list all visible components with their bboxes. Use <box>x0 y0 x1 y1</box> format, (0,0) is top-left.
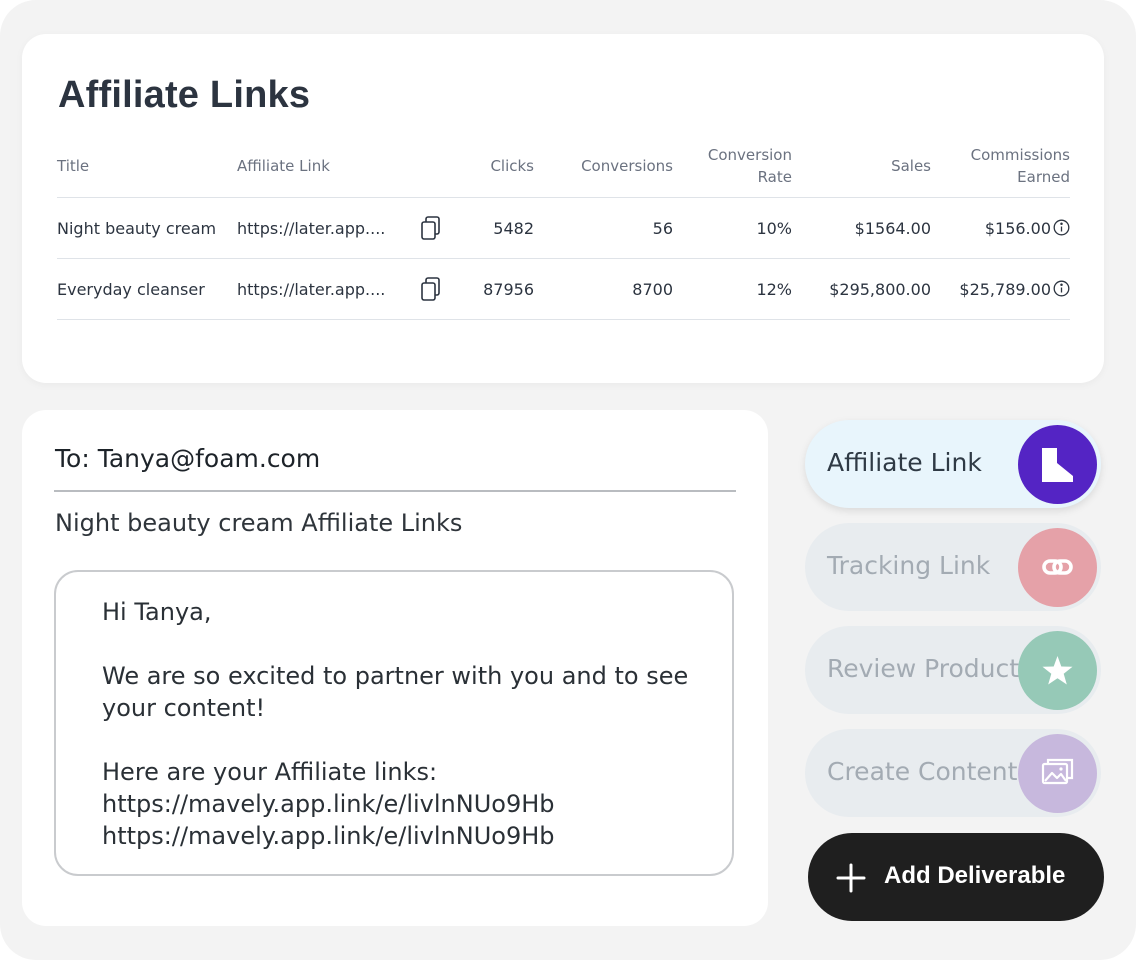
affiliate-links-table: Title Affiliate Link Clicks Conversions … <box>57 134 1070 320</box>
email-body-field[interactable]: Hi Tanya, We are so excited to partner w… <box>54 570 734 876</box>
column-header-commissions-line1: Commissions <box>970 145 1070 164</box>
deliverable-label: Affiliate Link <box>827 448 982 477</box>
deliverable-label: Tracking Link <box>827 551 991 580</box>
app-frame: Affiliate Links Title Affiliate Link Cli… <box>0 0 1136 960</box>
add-deliverable-button[interactable]: Add Deliverable <box>808 833 1104 921</box>
column-header-title: Title <box>57 134 237 198</box>
cell-conversion-rate: 12% <box>673 258 792 320</box>
email-link[interactable]: https://mavely.app.link/e/livlnNUo9Hb <box>102 820 712 852</box>
copy-icon[interactable] <box>419 215 443 241</box>
link-icon <box>1018 528 1097 607</box>
cell-conversions: 8700 <box>534 258 673 320</box>
column-header-commissions-line2: Earned <box>1017 167 1070 186</box>
cell-affiliate-link[interactable]: https://later.app.... <box>237 197 409 259</box>
affiliate-links-card: Affiliate Links Title Affiliate Link Cli… <box>22 34 1104 383</box>
image-icon <box>1018 734 1097 813</box>
table-row: Everyday cleanser https://later.app.... … <box>57 258 1070 320</box>
email-link[interactable]: https://mavely.app.link/e/livlnNUo9Hb <box>102 788 712 820</box>
column-header-conversions: Conversions <box>534 134 673 198</box>
column-header-affiliate-link: Affiliate Link <box>237 134 409 198</box>
email-subject-field[interactable]: Night beauty cream Affiliate Links <box>55 509 462 537</box>
email-paragraph: We are so excited to partner with you an… <box>102 662 689 722</box>
deliverable-affiliate-link[interactable]: Affiliate Link <box>805 420 1101 508</box>
column-header-sales: Sales <box>792 134 931 198</box>
info-icon[interactable] <box>1053 280 1070 297</box>
cell-clicks: 5482 <box>452 197 534 259</box>
cell-affiliate-link[interactable]: https://later.app.... <box>237 258 409 320</box>
column-header-commissions: Commissions Earned <box>931 134 1070 198</box>
column-header-clicks: Clicks <box>452 134 534 198</box>
copy-icon[interactable] <box>419 276 443 302</box>
cell-conversions: 56 <box>534 197 673 259</box>
cell-commissions: $156.00 <box>931 197 1070 259</box>
commissions-value: $25,789.00 <box>959 279 1051 299</box>
cell-title: Everyday cleanser <box>57 258 237 320</box>
email-to-field[interactable]: To: Tanya@foam.com <box>55 444 320 473</box>
column-header-conversion-rate: Conversion Rate <box>673 134 792 198</box>
deliverable-create-content[interactable]: Create Content <box>805 729 1101 817</box>
deliverable-label: Review Product <box>827 654 1020 683</box>
table-header-row: Title Affiliate Link Clicks Conversions … <box>57 134 1070 198</box>
info-icon[interactable] <box>1053 219 1070 236</box>
deliverable-tracking-link[interactable]: Tracking Link <box>805 523 1101 611</box>
plus-icon <box>836 863 866 893</box>
cell-title: Night beauty cream <box>57 197 237 259</box>
page-title: Affiliate Links <box>58 74 311 116</box>
email-divider <box>54 490 736 492</box>
add-deliverable-label: Add Deliverable <box>884 862 1066 889</box>
star-icon <box>1018 631 1097 710</box>
cell-conversion-rate: 10% <box>673 197 792 259</box>
column-header-conversion-rate-line1: Conversion <box>707 145 792 164</box>
cell-sales: $1564.00 <box>792 197 931 259</box>
column-header-conversion-rate-line2: Rate <box>757 167 792 186</box>
cell-commissions: $25,789.00 <box>931 258 1070 320</box>
commissions-value: $156.00 <box>984 218 1051 238</box>
email-links-intro: Here are your Affiliate links: <box>102 758 438 786</box>
deliverable-review-product[interactable]: Review Product <box>805 626 1101 714</box>
email-body-text: Hi Tanya, We are so excited to partner w… <box>102 596 712 852</box>
email-greeting: Hi Tanya, <box>102 598 212 626</box>
deliverable-label: Create Content <box>827 757 1018 786</box>
email-card: To: Tanya@foam.com Night beauty cream Af… <box>22 410 768 926</box>
document-icon <box>1018 425 1097 504</box>
table-row: Night beauty cream https://later.app....… <box>57 197 1070 259</box>
cell-clicks: 87956 <box>452 258 534 320</box>
cell-sales: $295,800.00 <box>792 258 931 320</box>
